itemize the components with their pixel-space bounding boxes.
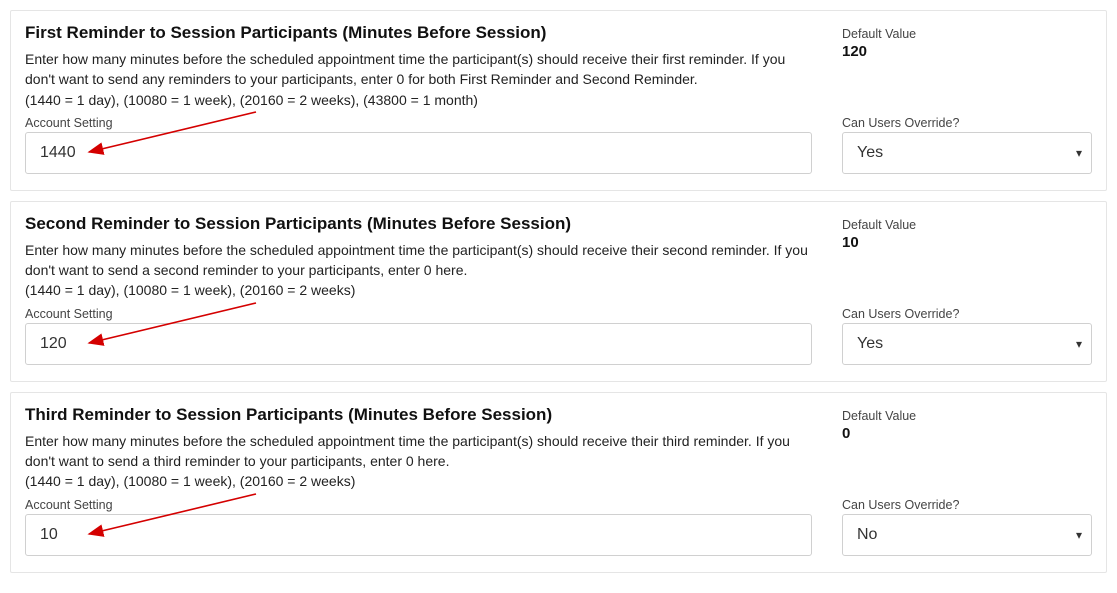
reminder-setting-card: Third Reminder to Session Participants (… [10,392,1107,573]
reminder-setting-card: Second Reminder to Session Participants … [10,201,1107,382]
account-setting-label: Account Setting [25,116,812,130]
account-setting-label: Account Setting [25,498,812,512]
setting-description: Enter how many minutes before the schedu… [25,431,812,492]
can-override-label: Can Users Override? [842,307,1092,321]
default-value: 0 [842,425,1092,442]
default-value: 120 [842,43,1092,60]
account-setting-input[interactable] [25,514,812,556]
default-value: 10 [842,234,1092,251]
account-setting-label: Account Setting [25,307,812,321]
setting-description: Enter how many minutes before the schedu… [25,240,812,301]
account-setting-input[interactable] [25,323,812,365]
can-override-select[interactable]: YesNo [842,132,1092,174]
can-override-select[interactable]: YesNo [842,514,1092,556]
setting-description: Enter how many minutes before the schedu… [25,49,812,110]
setting-title: Third Reminder to Session Participants (… [25,405,812,425]
can-override-select[interactable]: YesNo [842,323,1092,365]
can-override-label: Can Users Override? [842,498,1092,512]
setting-title: Second Reminder to Session Participants … [25,214,812,234]
default-value-label: Default Value [842,409,1092,423]
setting-title: First Reminder to Session Participants (… [25,23,812,43]
can-override-label: Can Users Override? [842,116,1092,130]
account-setting-input[interactable] [25,132,812,174]
reminder-setting-card: First Reminder to Session Participants (… [10,10,1107,191]
default-value-label: Default Value [842,218,1092,232]
default-value-label: Default Value [842,27,1092,41]
